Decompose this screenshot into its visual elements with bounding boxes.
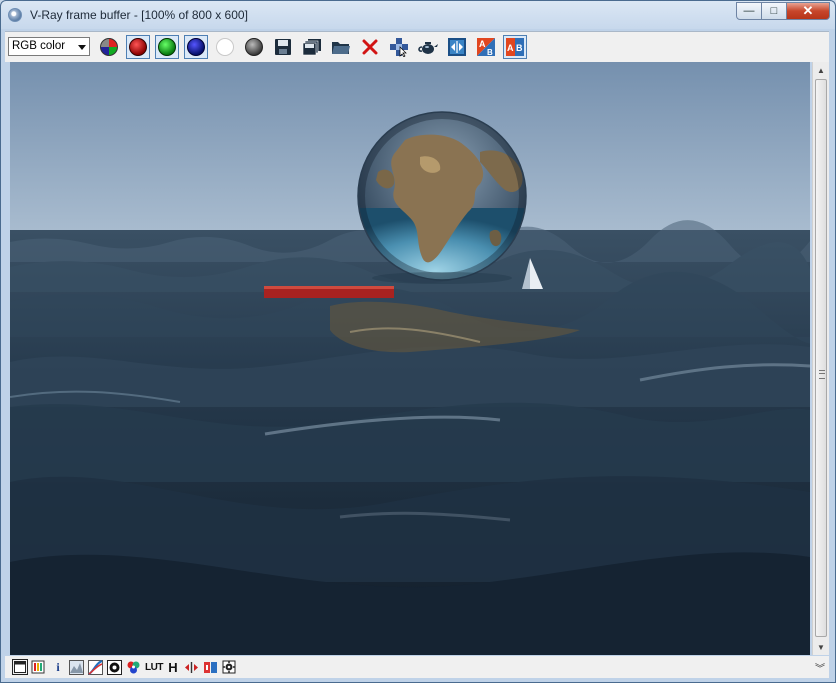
clear-image-button[interactable] [358,35,382,59]
rendered-scene-image [10,62,810,655]
close-icon: ✕ [802,3,814,18]
vray-frame-buffer-window: V-Ray frame buffer - [100% of 800 x 600]… [0,0,836,683]
channel-select-value: RGB color [12,40,66,52]
green-channel-icon [158,38,176,56]
chevron-down-icon [78,45,86,50]
maximize-icon: □ [770,5,778,17]
compare-a-icon: A B [477,38,495,57]
compare-a-button[interactable]: A B [474,35,498,59]
window-title: V-Ray frame buffer - [100% of 800 x 600] [30,8,248,22]
lut-button[interactable]: LUT [144,659,164,675]
save-image-icon [275,39,291,55]
vfb-history-icon [448,38,466,56]
pixel-info-button[interactable]: i [50,659,66,675]
curve-icon [87,659,103,675]
split-horizontal-icon [184,661,198,673]
save-all-button[interactable] [300,35,324,59]
compare-vertical-button[interactable] [202,659,218,675]
compare-ab-button[interactable]: A B [503,35,527,59]
render-viewport[interactable] [10,62,810,655]
compare-horizontal-button[interactable] [183,659,199,675]
srgb-button[interactable] [125,659,141,675]
render-last-icon [418,42,438,54]
exposure-icon [106,659,122,675]
svg-text:A: A [479,39,486,49]
green-channel-button[interactable] [155,35,179,59]
exposure-button[interactable] [106,659,122,675]
channel-select[interactable]: RGB color [8,37,90,56]
maximize-button[interactable]: □ [761,2,787,20]
chevron-down-icon: ▼ [817,642,825,652]
info-label: i [56,659,60,674]
minimize-icon: — [743,5,755,17]
minimize-button[interactable]: — [736,2,762,20]
color-bars-icon [31,660,45,674]
vfb-history-button[interactable] [445,35,469,59]
window-controls: — □ ✕ [736,2,830,20]
lut-label: LUT [145,661,163,673]
alpha-channel-button[interactable] [213,35,237,59]
window-icon [14,661,26,673]
red-channel-button[interactable] [126,35,150,59]
expand-panel-button[interactable]: ︾ [813,661,827,675]
scroll-down-button[interactable]: ▼ [813,639,829,655]
svg-text:B: B [487,48,493,57]
color-clamp-button[interactable] [30,659,46,675]
vfb-toolbar: RGB color A B A B [5,31,829,62]
compare-ab-icon: A B [506,38,524,56]
svg-text:A: A [507,43,514,53]
levels-button[interactable] [68,659,84,675]
gear-icon [222,660,236,674]
scroll-up-button[interactable]: ▲ [813,62,829,78]
double-chevron-down-icon: ︾ [815,663,825,675]
scroll-thumb[interactable] [815,79,827,637]
display-correction-button[interactable] [12,659,28,675]
title-bar[interactable]: V-Ray frame buffer - [100% of 800 x 600]… [1,1,835,29]
render-last-button[interactable] [416,35,440,59]
load-image-icon [332,42,350,54]
bottom-toolbar: i LUT H [5,656,829,678]
red-channel-icon [129,38,147,56]
app-icon [8,8,22,22]
alpha-channel-icon [216,38,234,56]
vertical-scrollbar[interactable]: ▲ ▼ [812,62,829,655]
track-mouse-icon [100,38,118,56]
follow-mouse-button[interactable] [387,35,411,59]
split-vertical-icon [203,661,217,673]
settings-button[interactable] [221,659,237,675]
close-button[interactable]: ✕ [786,2,830,20]
chevron-up-icon: ▲ [817,65,825,75]
track-mouse-button[interactable] [97,35,121,59]
save-all-icon [302,39,321,56]
blue-channel-button[interactable] [184,35,208,59]
follow-mouse-icon [390,38,408,57]
grip-icon [819,370,825,379]
monochrome-icon [245,38,263,56]
hsv-button[interactable]: H [165,659,181,675]
svg-text:B: B [516,43,523,53]
curve-button[interactable] [87,659,103,675]
blue-channel-icon [187,38,205,56]
save-image-button[interactable] [271,35,295,59]
h-label: H [168,659,178,675]
clear-image-icon [362,39,378,55]
load-image-button[interactable] [329,35,353,59]
levels-icon [68,659,84,675]
srgb-icon [127,661,139,673]
monochrome-button[interactable] [242,35,266,59]
